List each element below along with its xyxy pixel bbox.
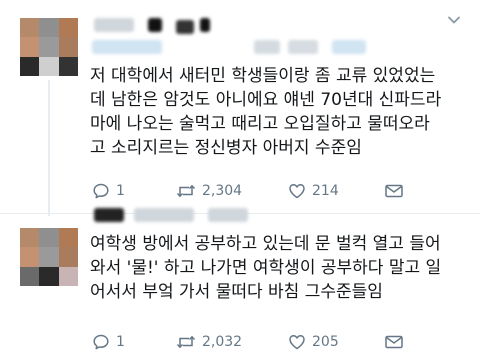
retweet-button[interactable]: 2,032 <box>176 331 242 353</box>
reply-button[interactable]: 1 <box>92 331 125 353</box>
like-count: 214 <box>312 183 339 199</box>
avatar[interactable] <box>20 18 78 76</box>
dm-icon <box>385 335 403 349</box>
reply-icon <box>93 183 109 199</box>
tweet-text: 저 대학에서 새터민 학생들이랑 좀 교류 있었었는 데 남한은 암것도 아니에… <box>90 66 442 158</box>
reply-icon <box>93 334 109 350</box>
like-count: 205 <box>312 334 339 350</box>
direct-message-button[interactable] <box>384 331 410 353</box>
reply-count: 1 <box>116 334 125 350</box>
thread-line <box>48 80 50 216</box>
action-bar: 1 2,304 214 <box>92 180 412 202</box>
like-button[interactable]: 214 <box>288 180 339 202</box>
like-icon <box>289 184 305 199</box>
retweet-icon <box>176 184 196 198</box>
tweet-1[interactable]: 저 대학에서 새터민 학생들이랑 좀 교류 있었었는 데 남한은 암것도 아니에… <box>0 0 480 216</box>
retweet-count: 2,304 <box>202 183 243 199</box>
dm-icon <box>385 184 403 198</box>
action-bar: 1 2,032 205 <box>92 331 412 353</box>
tweet-text: 여학생 방에서 공부하고 있는데 문 벌컥 열고 들어 와서 '물!' 하고 나… <box>90 234 442 302</box>
direct-message-button[interactable] <box>384 180 410 202</box>
retweet-button[interactable]: 2,304 <box>176 180 242 202</box>
retweet-count: 2,032 <box>202 334 243 350</box>
reply-button[interactable]: 1 <box>92 180 125 202</box>
avatar[interactable] <box>20 228 78 286</box>
reply-count: 1 <box>116 183 125 199</box>
author-header-redacted[interactable] <box>88 16 448 54</box>
tweet-2[interactable]: 여학생 방에서 공부하고 있는데 문 벌컥 열고 들어 와서 '물!' 하고 나… <box>0 208 480 362</box>
like-icon <box>289 335 305 350</box>
like-button[interactable]: 205 <box>288 331 339 353</box>
chevron-down-icon[interactable] <box>446 12 462 28</box>
retweet-icon <box>176 335 196 349</box>
